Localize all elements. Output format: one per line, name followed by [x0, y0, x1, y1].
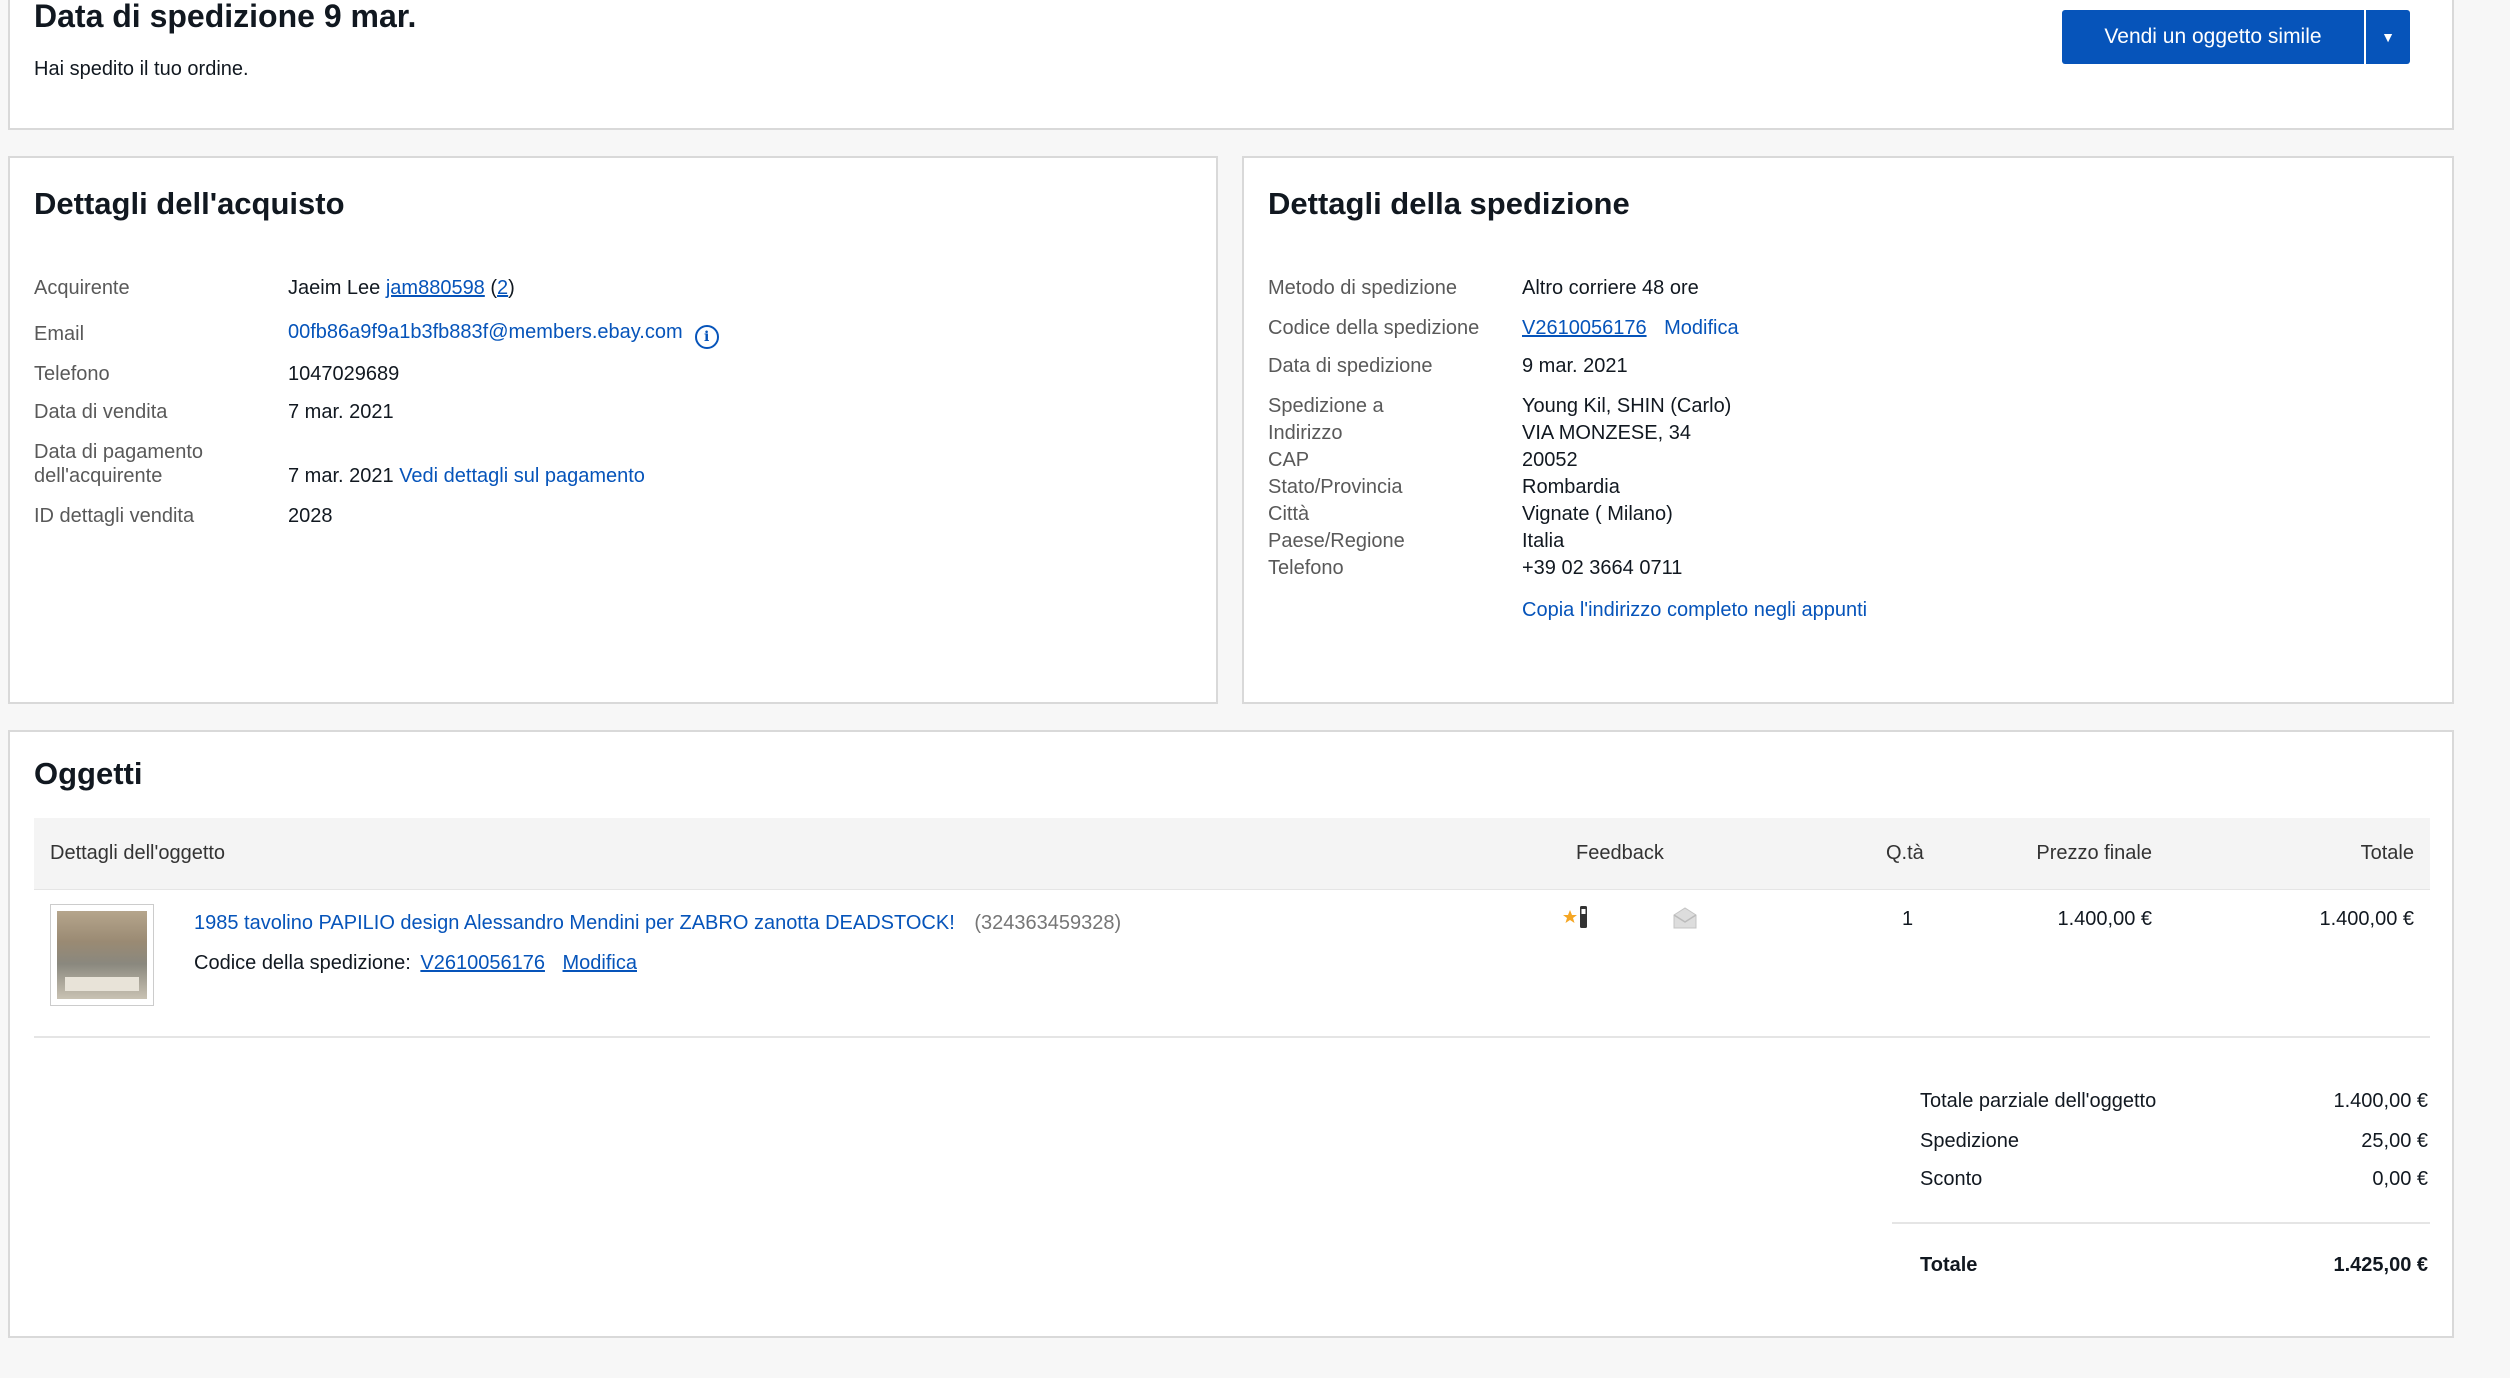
payment-date-label-line1: Data di pagamento	[34, 441, 204, 463]
shipping-method-value: Altro corriere 48 ore	[1522, 277, 1699, 299]
edit-tracking-link[interactable]: Modifica	[1664, 317, 1738, 339]
shipping-cost-label: Spedizione	[1920, 1130, 2019, 1152]
shipping-method-label: Metodo di spedizione	[1268, 277, 1458, 299]
ship-to-value: Young Kil, SHIN (Carlo)	[1522, 395, 1732, 417]
sale-id-label: ID dettagli vendita	[34, 505, 195, 527]
item-title-line: 1985 tavolino PAPILIO design Alessandro …	[194, 912, 1121, 935]
sell-similar-dropdown-button[interactable]: ▼	[2364, 10, 2410, 64]
payment-date-label-line2: dell'acquirente	[34, 465, 163, 487]
items-table-header: Dettagli dell'oggetto Feedback Q.tà Prez…	[34, 818, 2430, 890]
email-value: 00fb86a9f9a1b3fb883f@members.ebay.com i	[288, 320, 719, 349]
country-label: Paese/Regione	[1268, 530, 1405, 552]
sell-similar-button[interactable]: Vendi un oggetto simile	[2062, 10, 2364, 64]
feedback-star-icon[interactable]	[1562, 904, 1596, 939]
buyer-feedback-score: (2)	[490, 277, 514, 299]
caret-down-icon: ▼	[2381, 29, 2395, 45]
item-tracking-link[interactable]: V2610056176	[420, 952, 545, 974]
col-feedback: Feedback	[1576, 842, 1664, 864]
buyer-email-link[interactable]: 00fb86a9f9a1b3fb883f@members.ebay.com	[288, 321, 683, 343]
subtotal-value: 1.400,00 €	[2333, 1090, 2428, 1112]
grand-total-label: Totale	[1920, 1254, 1978, 1276]
shipping-details-title: Dettagli della spedizione	[1268, 186, 1630, 221]
grand-total-value: 1.425,00 €	[2333, 1254, 2428, 1276]
item-total: 1.400,00 €	[2319, 908, 2414, 930]
info-circle-icon[interactable]: i	[694, 325, 719, 349]
payment-date-value: 7 mar. 2021 Vedi dettagli sul pagamento	[288, 464, 645, 488]
items-card: Oggetti Dettagli dell'oggetto Feedback Q…	[8, 730, 2454, 1338]
tracking-value: V2610056176 Modifica	[1522, 316, 1739, 340]
address-label: Indirizzo	[1268, 422, 1343, 444]
item-title-link[interactable]: 1985 tavolino PAPILIO design Alessandro …	[194, 912, 955, 934]
shipping-phone-label: Telefono	[1268, 557, 1344, 579]
city-label: Città	[1268, 503, 1310, 525]
discount-label: Sconto	[1920, 1168, 1983, 1190]
address-value: VIA MONZESE, 34	[1522, 422, 1691, 444]
item-thumbnail-image	[57, 911, 147, 999]
shipment-status-card: Data di spedizione 9 mar. Hai spedito il…	[8, 0, 2454, 130]
item-tracking-line: Codice della spedizione: V2610056176 Mod…	[194, 952, 637, 975]
buyer-label: Acquirente	[34, 277, 130, 299]
payment-date-label: Data di pagamento dell'acquirente	[34, 440, 203, 488]
item-tracking-label: Codice della spedizione:	[194, 952, 411, 974]
col-total: Totale	[2360, 842, 2414, 864]
discount-value: 0,00 €	[2372, 1168, 2428, 1190]
copy-address-link[interactable]: Copia l'indirizzo completo negli appunti	[1522, 598, 1867, 622]
sale-date-value: 7 mar. 2021	[288, 401, 394, 423]
city-value: Vignate ( Milano)	[1522, 503, 1673, 525]
col-item-details: Dettagli dell'oggetto	[50, 842, 226, 864]
tracking-label: Codice della spedizione	[1268, 317, 1480, 339]
buyer-name: Jaeim Lee	[288, 277, 381, 299]
shipping-date-label: Data di spedizione	[1268, 355, 1433, 377]
ship-to-label: Spedizione a	[1268, 395, 1384, 417]
item-edit-tracking-link[interactable]: Modifica	[563, 952, 637, 974]
buyer-value: Jaeim Lee jam880598 (2)	[288, 276, 515, 300]
phone-label: Telefono	[34, 363, 110, 385]
purchase-details-title: Dettagli dell'acquisto	[34, 186, 345, 221]
item-qty: 1	[1902, 908, 1914, 930]
state-value: Rombardia	[1522, 476, 1620, 498]
country-value: Italia	[1522, 530, 1565, 552]
col-qty: Q.tà	[1886, 842, 1924, 864]
sale-id-value: 2028	[288, 505, 333, 527]
phone-value: 1047029689	[288, 363, 400, 385]
zip-value: 20052	[1522, 449, 1578, 471]
col-final-price: Prezzo finale	[2036, 842, 2152, 864]
email-label: Email	[34, 323, 85, 345]
item-final-price: 1.400,00 €	[2057, 908, 2152, 930]
buyer-username-link[interactable]: jam880598	[386, 277, 485, 299]
payment-date: 7 mar. 2021	[288, 465, 394, 487]
item-id: (324363459328)	[974, 912, 1122, 934]
zip-label: CAP	[1268, 449, 1310, 471]
purchase-details-card: Dettagli dell'acquisto Acquirente Jaeim …	[8, 156, 1218, 704]
shipping-cost-value: 25,00 €	[2361, 1130, 2428, 1152]
item-thumbnail[interactable]	[50, 904, 154, 1006]
envelope-icon[interactable]	[1672, 906, 1698, 935]
items-title: Oggetti	[34, 756, 143, 791]
buyer-feedback-close: )	[508, 277, 515, 299]
subtotal-label: Totale parziale dell'oggetto	[1920, 1090, 2157, 1112]
shipping-date-value: 9 mar. 2021	[1522, 355, 1628, 377]
sell-similar-button-group: Vendi un oggetto simile ▼	[2062, 10, 2410, 64]
sale-date-label: Data di vendita	[34, 401, 168, 423]
status-message: Hai spedito il tuo ordine.	[34, 58, 249, 80]
buyer-feedback-link[interactable]: 2	[497, 277, 508, 299]
shipping-details-card: Dettagli della spedizione Metodo di sped…	[1242, 156, 2454, 704]
page-title: Data di spedizione 9 mar.	[34, 0, 417, 34]
totals-divider	[1892, 1222, 2430, 1224]
shipping-phone-value: +39 02 3664 0711	[1522, 557, 1683, 579]
state-label: Stato/Provincia	[1268, 476, 1403, 498]
table-row: 1985 tavolino PAPILIO design Alessandro …	[34, 890, 2430, 1038]
payment-details-link[interactable]: Vedi dettagli sul pagamento	[399, 465, 645, 487]
tracking-number-link[interactable]: V2610056176	[1522, 317, 1647, 339]
